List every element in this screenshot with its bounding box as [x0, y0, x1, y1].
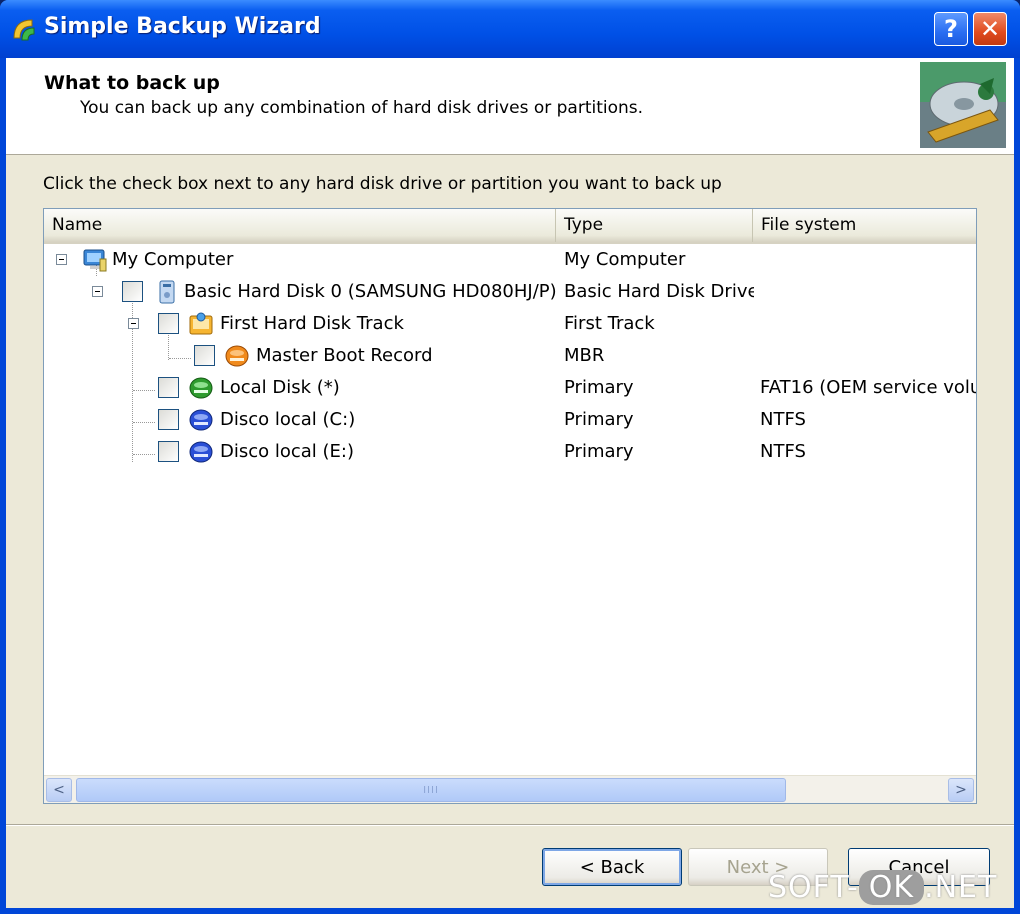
row-name: First Hard Disk Track — [220, 313, 404, 334]
title-bar[interactable]: Simple Backup Wizard ? ✕ — [0, 0, 1020, 58]
help-button[interactable]: ? — [934, 12, 968, 46]
wizard-window: Simple Backup Wizard ? ✕ What to back up… — [0, 0, 1020, 914]
close-button[interactable]: ✕ — [973, 12, 1007, 46]
row-filesystem: FAT16 (OEM service volu — [760, 377, 976, 398]
scroll-right-button[interactable]: > — [948, 778, 974, 802]
window-frame-bottom — [0, 908, 1020, 914]
row-type: First Track — [564, 313, 655, 334]
column-header-bar: Name Type File system — [44, 209, 976, 244]
row-filesystem: NTFS — [760, 409, 806, 430]
tree-row-disco-c[interactable]: Disco local (C:) Primary NTFS — [44, 404, 976, 436]
disk-track-icon — [189, 312, 213, 335]
column-header-filesystem[interactable]: File system — [753, 209, 976, 242]
back-button[interactable]: < Back — [542, 848, 682, 886]
disco-c-checkbox[interactable] — [158, 409, 179, 430]
row-type: MBR — [564, 345, 605, 366]
row-type: My Computer — [564, 249, 686, 270]
backup-wizard-icon — [13, 19, 35, 41]
collapse-toggle[interactable] — [92, 286, 103, 297]
disco-e-checkbox[interactable] — [158, 441, 179, 462]
backup-source-list[interactable]: Name Type File system My Computer My Com… — [43, 208, 977, 804]
row-name: Disco local (C:) — [220, 409, 356, 430]
tree-row-first-track[interactable]: First Hard Disk Track First Track — [44, 308, 976, 340]
wizard-header: What to back up You can back up any comb… — [6, 58, 1014, 155]
row-type: Basic Hard Disk Drive — [564, 281, 754, 302]
computer-icon — [83, 249, 107, 272]
mbr-icon — [225, 345, 249, 367]
row-type: Primary — [564, 409, 634, 430]
instruction-text: Click the check box next to any hard dis… — [43, 174, 722, 194]
row-type: Primary — [564, 377, 634, 398]
row-filesystem — [760, 308, 976, 340]
hard-disk-icon — [159, 280, 175, 304]
row-filesystem — [760, 244, 976, 276]
backup-disk-icon — [920, 62, 1006, 148]
footer-divider — [6, 824, 1014, 826]
window-frame-right — [1014, 58, 1020, 914]
row-name: Disco local (E:) — [220, 441, 355, 462]
horizontal-scrollbar[interactable]: < IIII > — [44, 775, 976, 803]
row-name: My Computer — [112, 249, 234, 270]
row-filesystem — [760, 340, 976, 372]
partition-green-icon — [189, 377, 213, 399]
page-title: What to back up — [44, 72, 220, 94]
watermark-ok: OK — [858, 870, 925, 905]
watermark-pre: SOFT- — [768, 870, 859, 905]
scroll-thumb[interactable]: IIII — [76, 778, 786, 802]
partition-blue-icon — [189, 409, 213, 431]
row-type: Primary — [564, 441, 634, 462]
watermark-post: .NET — [924, 870, 998, 905]
hard-disk-0-checkbox[interactable] — [122, 281, 143, 302]
first-track-checkbox[interactable] — [158, 313, 179, 334]
collapse-toggle[interactable] — [56, 254, 67, 265]
page-subtitle: You can back up any combination of hard … — [80, 98, 644, 118]
window-title: Simple Backup Wizard — [44, 14, 321, 39]
row-name: Master Boot Record — [256, 345, 433, 366]
row-name: Local Disk (*) — [220, 377, 340, 398]
collapse-toggle[interactable] — [128, 318, 139, 329]
column-header-name[interactable]: Name — [44, 209, 556, 242]
scroll-left-button[interactable]: < — [46, 778, 72, 802]
row-filesystem — [760, 276, 976, 308]
watermark: SOFT- OK .NET — [768, 870, 997, 905]
tree-row-my-computer[interactable]: My Computer My Computer — [44, 244, 976, 276]
local-disk-checkbox[interactable] — [158, 377, 179, 398]
tree-row-mbr[interactable]: Master Boot Record MBR — [44, 340, 976, 372]
column-header-type[interactable]: Type — [556, 209, 753, 242]
mbr-checkbox[interactable] — [194, 345, 215, 366]
partition-blue-icon — [189, 441, 213, 463]
row-name: Basic Hard Disk 0 (SAMSUNG HD080HJ/P) — [184, 281, 556, 302]
tree-row-hard-disk-0[interactable]: Basic Hard Disk 0 (SAMSUNG HD080HJ/P) Ba… — [44, 276, 976, 308]
dialog-body: What to back up You can back up any comb… — [6, 58, 1014, 908]
tree-row-disco-e[interactable]: Disco local (E:) Primary NTFS — [44, 436, 976, 468]
tree-row-local-disk[interactable]: Local Disk (*) Primary FAT16 (OEM servic… — [44, 372, 976, 404]
row-filesystem: NTFS — [760, 441, 806, 462]
